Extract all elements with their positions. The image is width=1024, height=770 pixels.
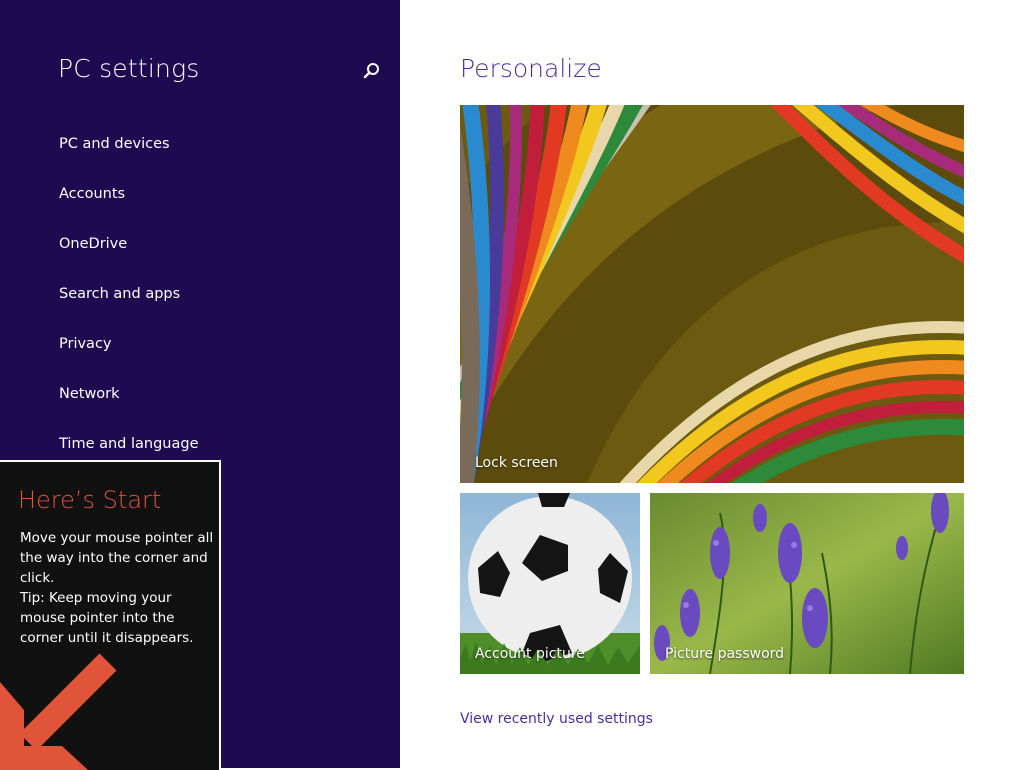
account-picture-tile[interactable]: Account picture	[460, 493, 640, 674]
picture-password-label: Picture password	[665, 646, 785, 662]
tip-body: Move your mouse pointer all the way into…	[20, 530, 214, 586]
account-picture-label: Account picture	[475, 646, 585, 662]
arrow-down-left-icon	[0, 653, 117, 770]
lock-screen-tile[interactable]: Lock screen	[460, 105, 964, 483]
sidebar-item-search-and-apps[interactable]: Search and apps	[59, 286, 180, 302]
tip-text: Move your mouse pointer all the way into…	[20, 528, 215, 648]
view-recent-settings-link[interactable]: View recently used settings	[460, 711, 653, 727]
tip-hint: Tip: Keep moving your mouse pointer into…	[20, 590, 194, 646]
lock-screen-image	[460, 105, 964, 483]
picture-password-tile[interactable]: Picture password	[650, 493, 964, 674]
sidebar-item-time-and-language[interactable]: Time and language	[59, 436, 199, 452]
search-button[interactable]	[360, 60, 382, 82]
sidebar-item-onedrive[interactable]: OneDrive	[59, 236, 127, 252]
sidebar-item-accounts[interactable]: Accounts	[59, 186, 125, 202]
sidebar-item-pc-and-devices[interactable]: PC and devices	[59, 136, 170, 152]
search-icon	[363, 63, 379, 79]
sidebar-item-privacy[interactable]: Privacy	[59, 336, 112, 352]
app-title: PC settings	[58, 54, 200, 83]
sidebar-item-network[interactable]: Network	[59, 386, 120, 402]
page-title: Personalize	[460, 54, 602, 83]
start-tip-callout: Here’s Start Move your mouse pointer all…	[0, 460, 221, 770]
lock-screen-label: Lock screen	[475, 455, 558, 471]
tip-heading: Here’s Start	[18, 486, 162, 514]
personalize-pane: Personalize Lock screen Account picture …	[400, 0, 1024, 768]
